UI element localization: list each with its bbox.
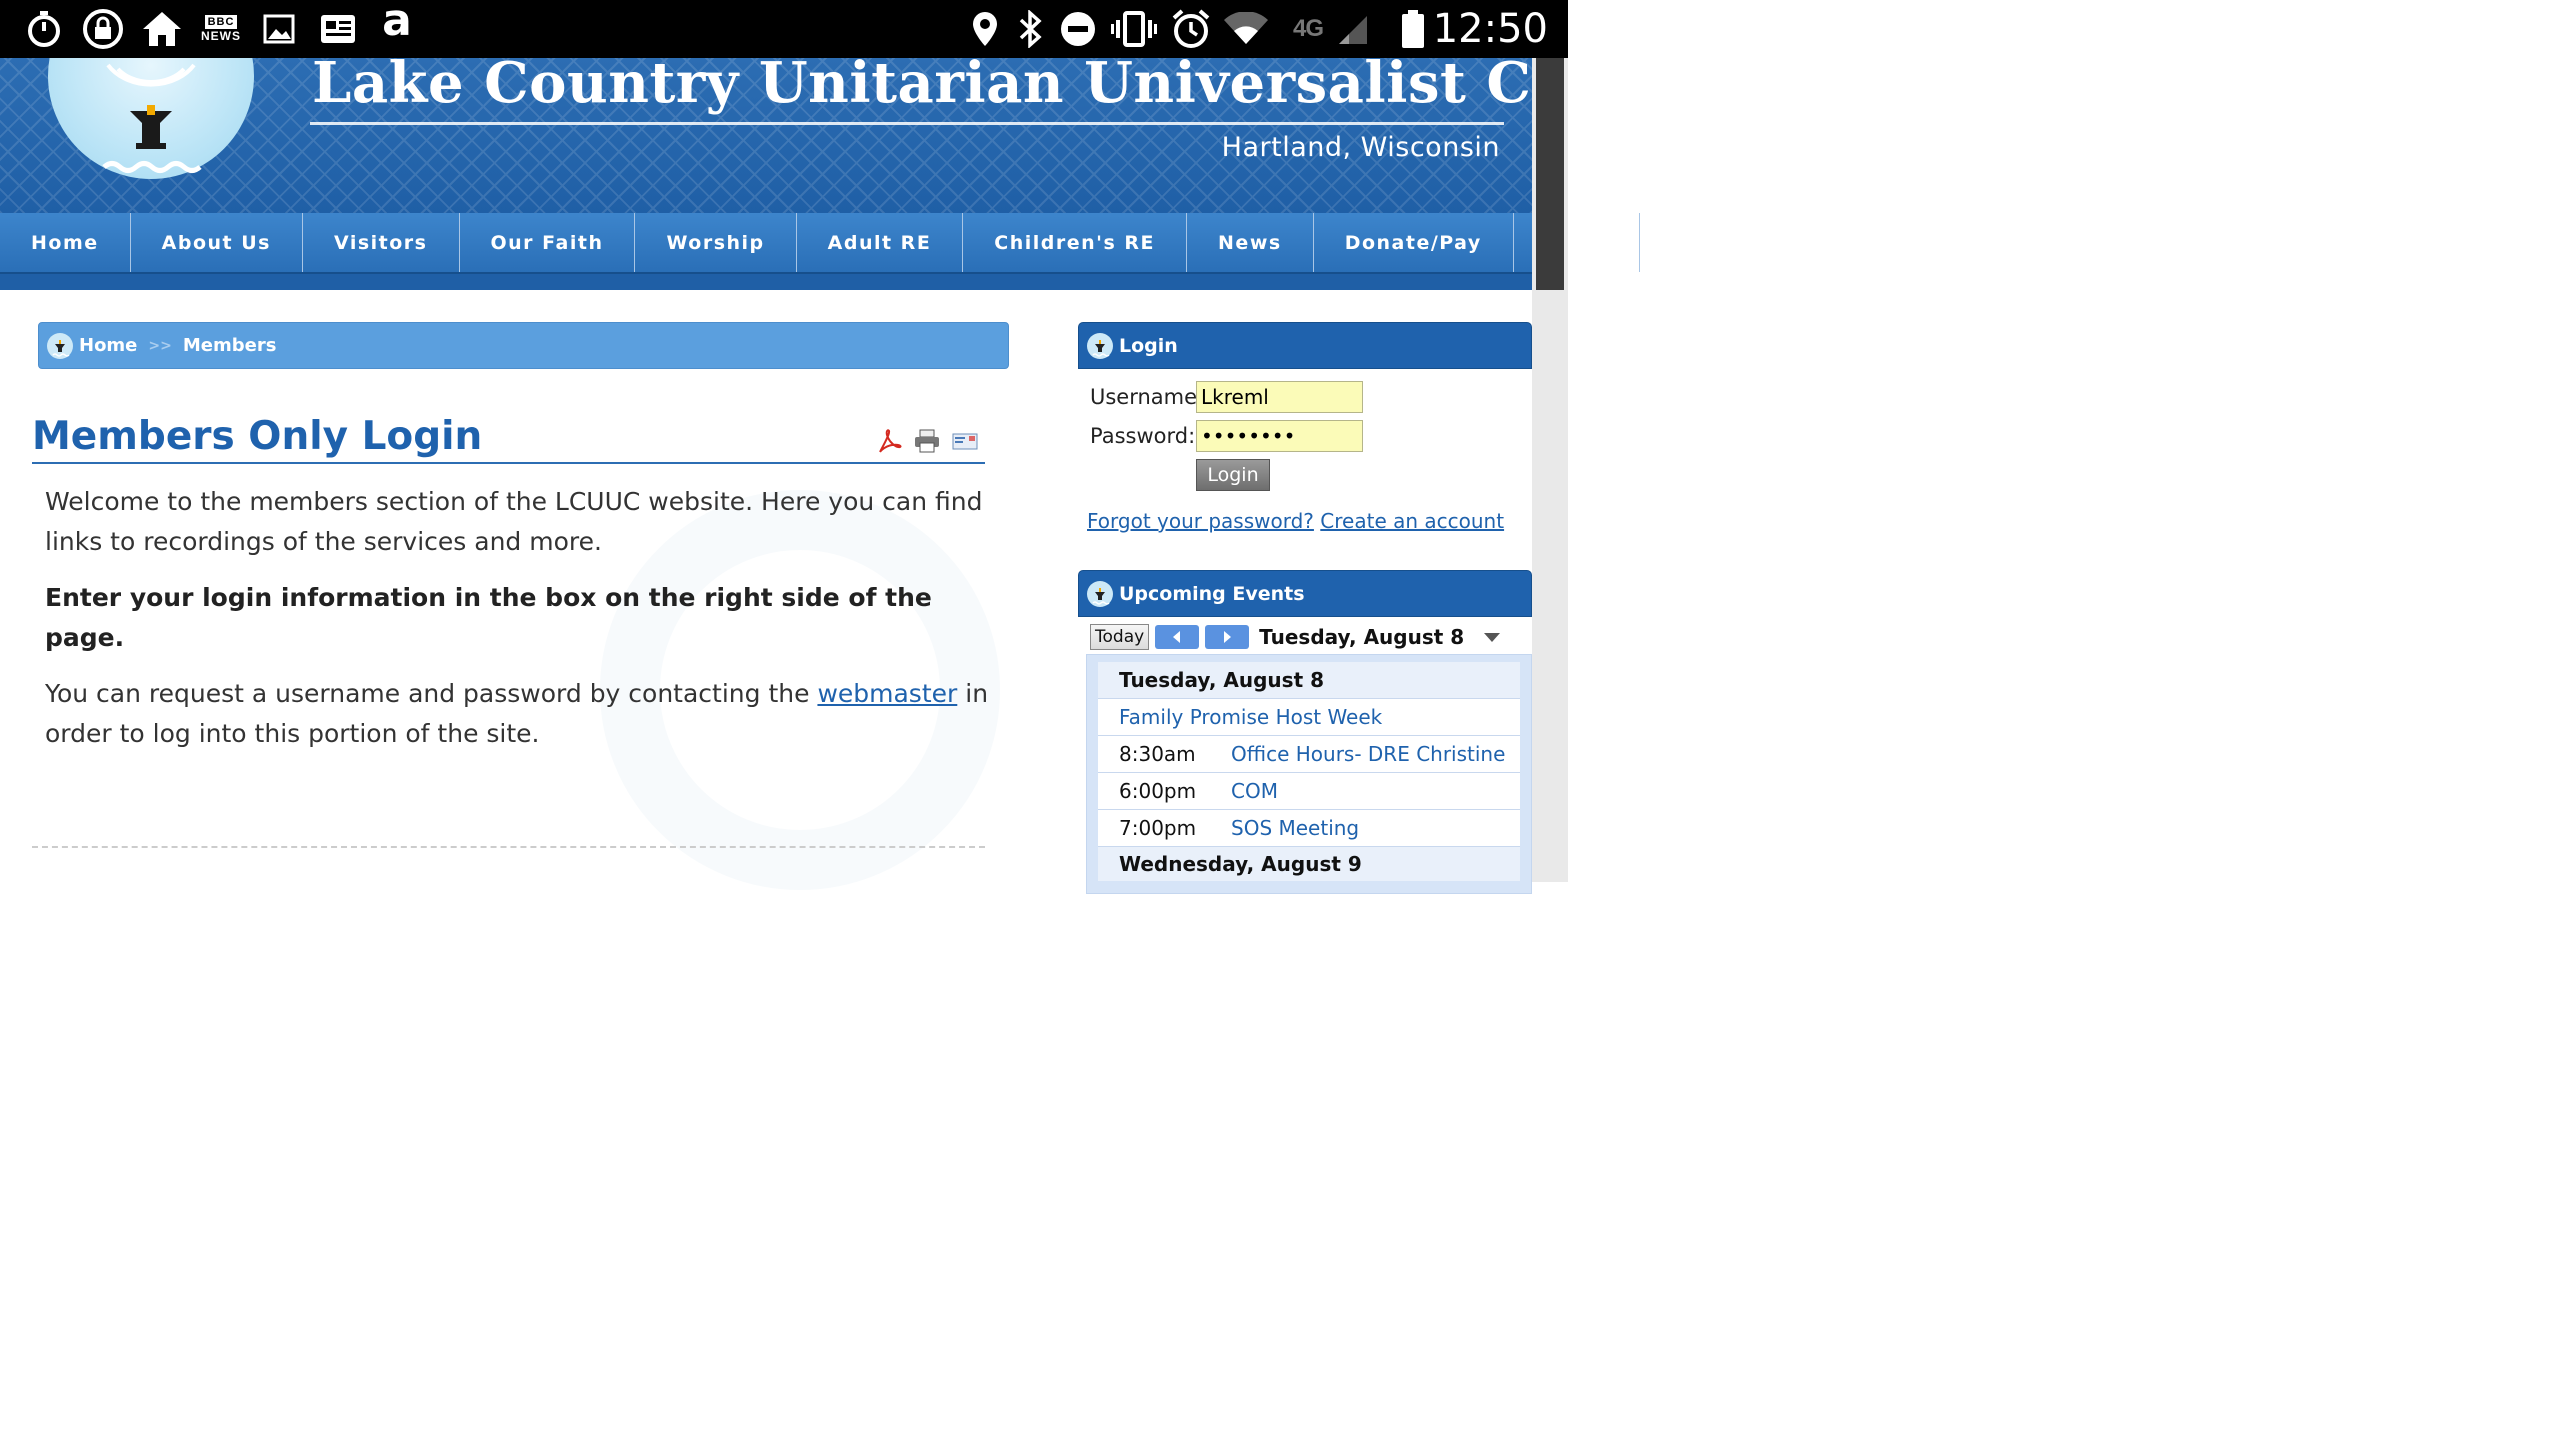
webmaster-link[interactable]: webmaster — [817, 679, 957, 708]
calendar-current-date: Tuesday, August 8 — [1259, 625, 1465, 649]
request-text-before: You can request a username and password … — [45, 679, 818, 708]
calendar-day-header: Tuesday, August 8 — [1098, 662, 1520, 699]
chalice-icon — [1087, 580, 1113, 607]
nav-adult-re[interactable]: Adult RE — [797, 213, 964, 272]
breadcrumb-home[interactable]: Home — [79, 335, 137, 356]
breadcrumb-current: Members — [182, 335, 277, 356]
password-input[interactable]: •••••••• — [1196, 420, 1363, 452]
alarm-icon — [1170, 8, 1212, 50]
nav-about-us[interactable]: About Us — [131, 213, 303, 272]
site-title[interactable]: Lake Country Unitarian Universalist Chur… — [312, 58, 1532, 116]
document-tools — [876, 428, 978, 454]
clock: 12:50 — [1432, 6, 1548, 52]
forgot-password-link[interactable]: Forgot your password? — [1087, 509, 1314, 533]
create-account-link[interactable]: Create an account — [1320, 509, 1504, 533]
home-icon — [140, 8, 184, 50]
breadcrumb-separator: >> — [148, 337, 172, 354]
android-status-bar: BBC NEWS a 4G 12:50 — [0, 0, 1568, 58]
title-rule — [310, 122, 1504, 125]
email-icon[interactable] — [952, 428, 978, 454]
calendar-event[interactable]: 8:30am Office Hours- DRE Christine — [1098, 736, 1520, 773]
vibrate-icon — [1110, 8, 1158, 50]
image-icon — [262, 8, 296, 50]
events-heading: Upcoming Events — [1119, 582, 1305, 605]
event-title[interactable]: Office Hours- DRE Christine — [1231, 742, 1505, 766]
nav-visitors[interactable]: Visitors — [303, 213, 460, 272]
events-module-header: Upcoming Events — [1078, 570, 1532, 617]
bluetooth-icon — [1014, 8, 1046, 50]
nav-home[interactable]: Home — [0, 213, 131, 272]
username-row: Username: Lkreml — [1090, 381, 1363, 413]
news-icon — [318, 8, 358, 50]
password-row: Password: •••••••• — [1090, 420, 1363, 452]
login-links: Forgot your password? Create an account — [1087, 509, 1504, 533]
nav-strip — [0, 274, 1532, 290]
battery-icon — [1396, 8, 1430, 50]
signal-icon — [1336, 8, 1370, 50]
stopwatch-icon — [24, 8, 64, 50]
title-underline — [32, 462, 985, 464]
login-heading: Login — [1119, 334, 1178, 357]
site-header: Lake Country Unitarian Universalist Chur… — [0, 58, 1532, 213]
username-label: Username: — [1090, 385, 1205, 409]
breadcrumb: Home >> Members — [38, 322, 1009, 369]
event-time: 8:30am — [1119, 742, 1196, 766]
content-divider — [32, 846, 985, 848]
nav-donate-pay[interactable]: Donate/Pay — [1314, 213, 1514, 272]
chalice-icon — [1087, 332, 1113, 359]
wifi-icon — [1222, 8, 1270, 50]
nav-childrens-re[interactable]: Children's RE — [963, 213, 1188, 272]
chalice-icon — [47, 332, 73, 359]
next-day-button[interactable] — [1205, 625, 1250, 649]
amazon-icon: a — [382, 0, 412, 46]
event-time: 7:00pm — [1119, 816, 1197, 840]
nav-news[interactable]: News — [1187, 213, 1314, 272]
calendar-day-header: Wednesday, August 9 — [1098, 847, 1520, 881]
today-button[interactable]: Today — [1090, 624, 1150, 650]
password-label: Password: — [1090, 424, 1196, 448]
calendar-event[interactable]: 7:00pm SOS Meeting — [1098, 810, 1520, 847]
page-title: Members Only Login — [32, 414, 483, 459]
location-icon — [968, 8, 1002, 50]
print-icon[interactable] — [914, 428, 940, 454]
event-title[interactable]: SOS Meeting — [1231, 816, 1359, 840]
calendar-all-day-event[interactable]: Family Promise Host Week — [1098, 699, 1520, 736]
calendar-controls: Today Tuesday, August 8 — [1090, 624, 1501, 650]
calendar-event[interactable]: 6:00pm COM — [1098, 773, 1520, 810]
chevron-right-icon — [1224, 631, 1232, 643]
nav-worship[interactable]: Worship — [635, 213, 797, 272]
chevron-down-icon[interactable] — [1484, 632, 1501, 642]
site-subtitle: Hartland, Wisconsin — [1221, 132, 1500, 163]
instruction-paragraph: Enter your login information in the box … — [45, 583, 932, 652]
lock-rotation-icon — [80, 8, 126, 50]
request-paragraph: You can request a username and password … — [45, 674, 990, 754]
prev-day-button[interactable] — [1155, 625, 1200, 649]
username-input[interactable]: Lkreml — [1196, 381, 1363, 413]
event-time: 6:00pm — [1119, 779, 1197, 803]
chalice-logo[interactable] — [48, 58, 254, 179]
page-scrollbar[interactable] — [1532, 58, 1568, 882]
login-button[interactable]: Login — [1196, 459, 1270, 491]
intro-paragraph: Welcome to the members section of the LC… — [45, 487, 983, 556]
login-module-header: Login — [1078, 322, 1532, 369]
nav-our-faith[interactable]: Our Faith — [460, 213, 636, 272]
chevron-left-icon — [1173, 631, 1181, 643]
main-content: Welcome to the members section of the LC… — [45, 482, 990, 770]
main-nav: Home About Us Visitors Our Faith Worship… — [0, 213, 1641, 274]
bbc-news-icon: BBC NEWS — [201, 15, 241, 43]
do-not-disturb-icon — [1058, 8, 1098, 50]
pdf-icon[interactable] — [876, 428, 902, 454]
lte-icon: 4G — [1292, 15, 1324, 42]
event-title[interactable]: COM — [1231, 779, 1278, 803]
scrollbar-thumb[interactable] — [1536, 58, 1564, 290]
